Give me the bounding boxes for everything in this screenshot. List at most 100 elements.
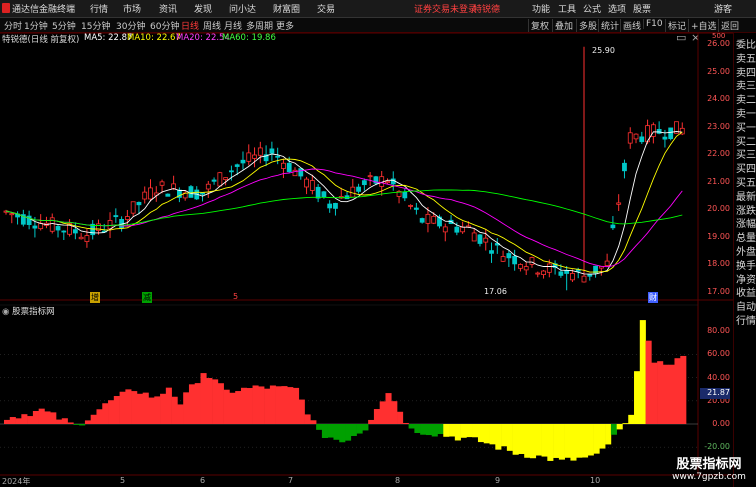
indicator-tick: 80.00 [707,326,730,336]
indicator-bar [136,393,144,424]
side-label: 外盘 [736,247,756,258]
indicator-histogram [4,320,687,461]
price-tick: 20.00 [707,204,730,214]
candle-series [3,46,685,291]
candle-body [321,191,327,198]
indicator-bar [269,385,276,424]
indicator-bar [177,404,184,424]
indicator-bar [524,424,531,458]
indicator-bar [391,401,398,424]
indicator-bar [622,423,629,424]
indicator-bar [385,393,392,424]
indicator-bar [142,392,149,424]
side-label[interactable]: 自动 [736,298,756,313]
indicator-bar [466,424,473,438]
indicator-bar [258,386,265,424]
candle-body [113,215,119,218]
candle-body [281,162,286,169]
indicator-bar [252,385,259,424]
side-label: 净资 [736,274,756,286]
indicator-bar [616,424,623,430]
x-tick-7: 7 [288,476,294,485]
indicator-bar [512,424,519,455]
quote-side-panel: 委比 卖五 卖四 卖三 卖二 卖一 买一 买二 买三 买四 买五 最新 涨跌 涨幅 总量 外盘 换手 净资 收益 自动… [733,33,756,487]
side-label: 总量 [736,233,756,245]
indicator-bar [356,424,363,434]
indicator-bar [368,419,375,424]
price-tick: 21.00 [707,176,730,186]
indicator-bar [345,424,352,441]
indicator-bar [84,420,91,424]
side-label: 买二 [736,136,756,148]
low-marker: 17.06 [484,287,507,296]
candle-body [275,155,281,158]
watermark: 股票指标网 www.7gpzb.com [664,453,754,482]
candle-body [413,207,419,210]
event-tag-finance[interactable]: 财 [648,292,658,303]
indicator-bar [553,424,560,458]
candle-body [136,201,142,206]
candle-body [581,275,587,283]
indicator-bar [298,399,305,424]
side-label: 最新 [736,191,756,203]
indicator-bar [148,397,155,424]
candle-body [656,129,662,134]
side-label: 卖二 [736,95,756,107]
indicator-bar [634,371,641,424]
indicator-bar [662,364,669,424]
candle-body [356,186,361,192]
price-tick: 23.00 [707,121,730,131]
candle-body [298,168,304,177]
candle-body [523,266,529,271]
event-tag-increase[interactable]: 增 [90,292,100,303]
candle-body [124,216,130,220]
candle-body [188,186,194,198]
indicator-bar [414,424,421,434]
candle-body [454,226,460,233]
side-label: 买三 [736,150,756,162]
chart-canvas[interactable] [0,0,733,487]
indicator-bar [27,416,34,424]
candle-body [506,253,512,259]
indicator-bar [477,424,485,443]
candle-body [304,178,309,188]
indicator-bar [183,392,190,424]
indicator-bar [171,396,178,424]
candle-body [431,215,437,224]
indicator-bar [32,410,39,424]
candle-body [130,201,136,214]
candle-body [78,236,84,240]
candle-body [9,213,15,216]
indicator-bar [108,400,115,424]
side-label: 涨幅 [736,219,756,231]
event-tag-decrease[interactable]: 减 [142,292,152,303]
watermark-title: 股票指标网 [676,457,742,472]
x-tick-6: 6 [200,476,206,485]
indicator-bar [56,419,63,424]
indicator-bar [38,408,45,424]
indicator-bar [506,424,513,451]
indicator-bar [593,424,600,454]
candle-body [408,205,414,207]
x-tick-9: 9 [495,476,501,485]
candle-body [211,179,217,182]
price-tick: 22.00 [707,149,730,159]
indicator-bar [131,391,138,424]
indicator-bar [379,401,386,424]
indicator-bar [79,424,86,426]
candle-body [442,226,448,233]
event-tag-5[interactable]: 5 [232,292,239,301]
indicator-bar [425,424,433,436]
indicator-bar [443,424,450,437]
candle-body [529,257,535,265]
indicator-bar [327,424,334,438]
indicator-bar [449,424,456,437]
indicator-bar [587,424,594,456]
indicator-current-value: 21.87 [700,388,730,399]
price-tick: 26.00 [707,39,730,48]
candle-body [633,133,639,140]
candle-body [252,154,257,159]
x-tick-5: 5 [120,476,126,485]
indicator-bar [674,358,681,424]
side-label[interactable]: 行情 [736,312,756,327]
